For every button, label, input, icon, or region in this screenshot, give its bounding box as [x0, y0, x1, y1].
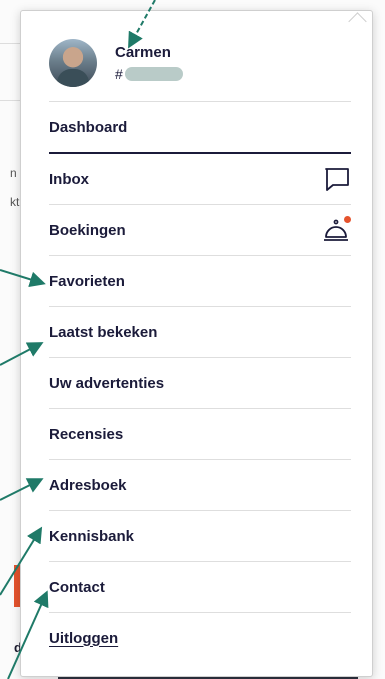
menu-item-boekingen[interactable]: Boekingen — [49, 205, 351, 255]
user-profile[interactable]: Carmen # — [49, 39, 183, 87]
logout-link[interactable]: Uitloggen — [49, 613, 351, 663]
logout-label: Uitloggen — [49, 629, 119, 647]
chat-bubble-icon — [323, 165, 351, 193]
menu-item-label: Uw advertenties — [49, 374, 165, 392]
notification-dot — [344, 216, 351, 223]
account-dropdown: Carmen # Dashboard Inbox Boekingen Favor… — [20, 10, 373, 677]
menu-item-favorieten[interactable]: Favorieten — [49, 256, 351, 306]
account-menu: Dashboard Inbox Boekingen Favorieten Laa… — [49, 101, 351, 663]
menu-item-uw-advertenties[interactable]: Uw advertenties — [49, 358, 351, 408]
service-bell-icon — [323, 216, 351, 244]
user-name: Carmen — [115, 44, 171, 61]
menu-item-label: Contact — [49, 578, 105, 596]
menu-item-dashboard[interactable]: Dashboard — [49, 102, 351, 152]
menu-item-label: Favorieten — [49, 272, 125, 290]
menu-item-label: Kennisbank — [49, 527, 135, 545]
background-text: kt — [10, 195, 20, 209]
menu-item-label: Adresboek — [49, 476, 127, 494]
menu-item-label: Recensies — [49, 425, 124, 443]
menu-item-kennisbank[interactable]: Kennisbank — [49, 511, 351, 561]
dropdown-caret — [348, 12, 367, 31]
menu-item-laatst-bekeken[interactable]: Laatst bekeken — [49, 307, 351, 357]
background-divider — [0, 43, 20, 44]
menu-item-inbox[interactable]: Inbox — [49, 154, 351, 204]
background-text: n — [10, 166, 17, 180]
menu-item-label: Dashboard — [49, 118, 128, 136]
member-prefix: # — [115, 66, 123, 82]
menu-item-recensies[interactable]: Recensies — [49, 409, 351, 459]
avatar[interactable] — [49, 39, 97, 87]
background-divider — [0, 100, 20, 101]
menu-item-contact[interactable]: Contact — [49, 562, 351, 612]
member-number: # — [115, 66, 183, 82]
menu-item-label: Boekingen — [49, 221, 126, 239]
menu-item-label: Laatst bekeken — [49, 323, 158, 341]
menu-item-adresboek[interactable]: Adresboek — [49, 460, 351, 510]
redacted-member-id — [124, 67, 183, 81]
menu-item-label: Inbox — [49, 170, 89, 188]
